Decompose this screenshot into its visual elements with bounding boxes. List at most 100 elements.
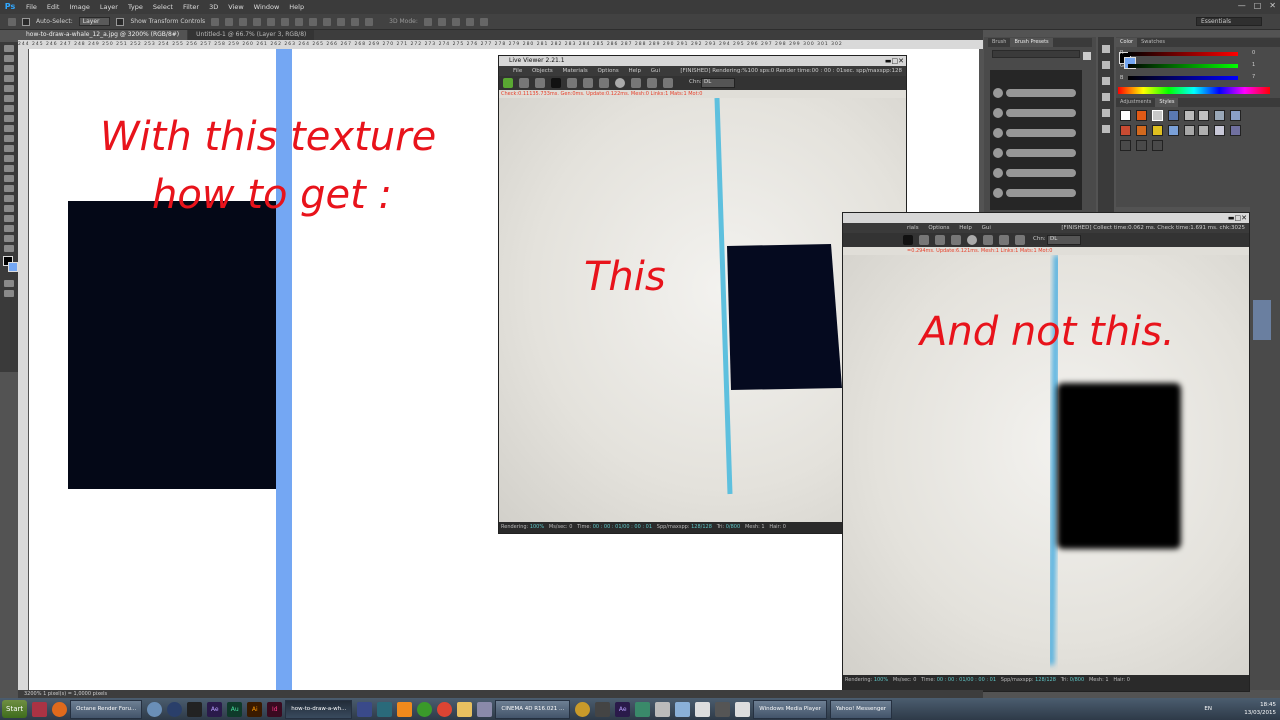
app-icon-generic[interactable] <box>575 701 591 717</box>
language-indicator[interactable]: EN <box>1204 705 1212 713</box>
red-value[interactable]: 0 <box>1252 50 1255 56</box>
doc-tab-untitled[interactable]: Untitled-1 @ 66.7% (Layer 3, RGB/8) <box>188 30 315 40</box>
indesign-icon[interactable]: Id <box>267 701 283 717</box>
tab-brush[interactable]: Brush <box>988 38 1010 47</box>
layer-lock-icon[interactable] <box>1253 300 1271 340</box>
brush-tip-icon[interactable] <box>993 148 1003 158</box>
menu-layer[interactable]: Layer <box>95 3 123 11</box>
folder-icon[interactable] <box>457 701 473 717</box>
type-tool-icon[interactable] <box>4 195 14 202</box>
style-swatch[interactable] <box>1198 125 1209 136</box>
paragraph-panel-icon[interactable] <box>1102 125 1110 133</box>
lv2-region-icon[interactable] <box>919 235 929 245</box>
lv1-lock-icon[interactable] <box>599 78 609 88</box>
lv1-focus-pick-icon[interactable] <box>647 78 657 88</box>
3d-roll-icon[interactable] <box>437 17 446 26</box>
app-icon-generic[interactable] <box>695 701 711 717</box>
style-swatch[interactable] <box>1152 110 1163 121</box>
chrome-icon[interactable] <box>437 701 453 717</box>
red-slider[interactable] <box>1128 52 1238 56</box>
lv2-menu-gui[interactable]: Gui <box>982 225 991 231</box>
brush-stroke-preview[interactable] <box>1006 149 1076 157</box>
stamp-tool-icon[interactable] <box>4 125 14 132</box>
menu-type[interactable]: Type <box>123 3 148 11</box>
style-swatch[interactable] <box>1230 125 1241 136</box>
app-icon-generic[interactable] <box>595 701 611 717</box>
brush-stroke-preview[interactable] <box>1006 89 1076 97</box>
lv1-menu-objects[interactable]: Objects <box>532 68 553 74</box>
style-swatch[interactable] <box>1152 125 1163 136</box>
quick-select-tool-icon[interactable] <box>4 75 14 82</box>
lv2-lock-icon[interactable] <box>951 235 961 245</box>
taskbar-photoshop-doc[interactable]: how-to-draw-a-wh... <box>285 699 353 719</box>
green-value[interactable]: 1 <box>1252 62 1255 68</box>
lv1-pin-icon[interactable] <box>663 78 673 88</box>
align-left-icon[interactable] <box>253 17 262 26</box>
lv1-settings-icon[interactable] <box>583 78 593 88</box>
workspace-dropdown[interactable]: Essentials <box>1195 17 1262 26</box>
taskbar-octane-forum[interactable]: Octane Render Foru... <box>70 699 143 719</box>
lv1-pause-icon[interactable] <box>535 78 545 88</box>
blue-value[interactable]: 7 <box>1252 74 1255 80</box>
vlc-icon[interactable] <box>397 701 413 717</box>
history-panel-icon[interactable] <box>1102 45 1110 53</box>
style-swatch[interactable] <box>1168 110 1179 121</box>
lv1-title-bar[interactable]: Live Viewer 2.21.1 ▬□✕ <box>499 56 906 66</box>
lv2-menu-help[interactable]: Help <box>959 225 972 231</box>
style-swatch[interactable] <box>1184 110 1195 121</box>
blur-tool-icon[interactable] <box>4 165 14 172</box>
minimize-icon[interactable]: — <box>1238 1 1246 10</box>
after-effects-icon[interactable]: Ae <box>615 701 631 717</box>
brush-stroke-preview[interactable] <box>1006 109 1076 117</box>
app-icon-generic[interactable] <box>675 701 691 717</box>
lv1-menu-materials[interactable]: Materials <box>563 68 588 74</box>
close-icon[interactable]: ✕ <box>1269 1 1276 10</box>
app-icon-generic[interactable] <box>655 701 671 717</box>
blue-slider[interactable] <box>1128 76 1238 80</box>
background-color-swatch[interactable] <box>8 262 18 272</box>
tab-color[interactable]: Color <box>1116 38 1138 47</box>
brush-tool-icon[interactable] <box>4 115 14 122</box>
brush-size-slider[interactable] <box>992 50 1080 58</box>
app-icon-generic[interactable] <box>477 701 493 717</box>
lv1-menu-gui[interactable]: Gui <box>651 68 660 74</box>
after-effects-icon[interactable]: Ae <box>207 701 223 717</box>
brush-stroke-preview[interactable] <box>1006 169 1076 177</box>
lv1-refresh-icon[interactable] <box>519 78 529 88</box>
taskbar-media-player[interactable]: Windows Media Player <box>753 699 827 719</box>
transform-controls-checkbox[interactable] <box>116 17 125 26</box>
properties-panel-icon[interactable] <box>1102 77 1110 85</box>
style-swatch[interactable] <box>1136 140 1147 151</box>
lv2-title-bar[interactable]: ▬□✕ <box>843 213 1249 223</box>
lv1-clay-icon[interactable] <box>631 78 641 88</box>
app-icon-generic[interactable] <box>32 701 48 717</box>
taskbar-yahoo-messenger[interactable]: Yahoo! Messenger <box>829 699 892 719</box>
style-swatch[interactable] <box>1120 140 1131 151</box>
menu-select[interactable]: Select <box>148 3 178 11</box>
lv2-stop-icon[interactable] <box>903 235 913 245</box>
move-tool-icon[interactable] <box>4 45 14 52</box>
style-swatch[interactable] <box>1136 110 1147 121</box>
app-icon-generic[interactable] <box>377 701 393 717</box>
distribute-left-icon[interactable] <box>337 17 346 26</box>
align-right-icon[interactable] <box>281 17 290 26</box>
tab-brush-presets[interactable]: Brush Presets <box>1010 38 1053 47</box>
lv2-window-controls[interactable]: ▬□✕ <box>1228 213 1247 223</box>
lv2-clay-icon[interactable] <box>983 235 993 245</box>
align-bottom-icon[interactable] <box>239 17 248 26</box>
lv2-channel-dropdown[interactable]: DL <box>1047 235 1081 245</box>
path-select-tool-icon[interactable] <box>4 205 14 212</box>
shape-tool-icon[interactable] <box>4 215 14 222</box>
lv1-menu-help[interactable]: Help <box>628 68 641 74</box>
hand-tool-icon[interactable] <box>4 225 14 232</box>
tab-adjustments[interactable]: Adjustments <box>1116 98 1155 107</box>
live-viewer-window-2[interactable]: ▬□✕ rials Options Help Gui [FINISHED] Co… <box>842 212 1250 692</box>
lasso-tool-icon[interactable] <box>4 65 14 72</box>
menu-help[interactable]: Help <box>284 3 309 11</box>
brush-stroke-preview[interactable] <box>1006 129 1076 137</box>
history-brush-tool-icon[interactable] <box>4 135 14 142</box>
lv2-menu-materials[interactable]: rials <box>907 225 919 231</box>
lv2-focus-pick-icon[interactable] <box>999 235 1009 245</box>
align-top-icon[interactable] <box>211 17 220 26</box>
pen-tool-icon[interactable] <box>4 185 14 192</box>
